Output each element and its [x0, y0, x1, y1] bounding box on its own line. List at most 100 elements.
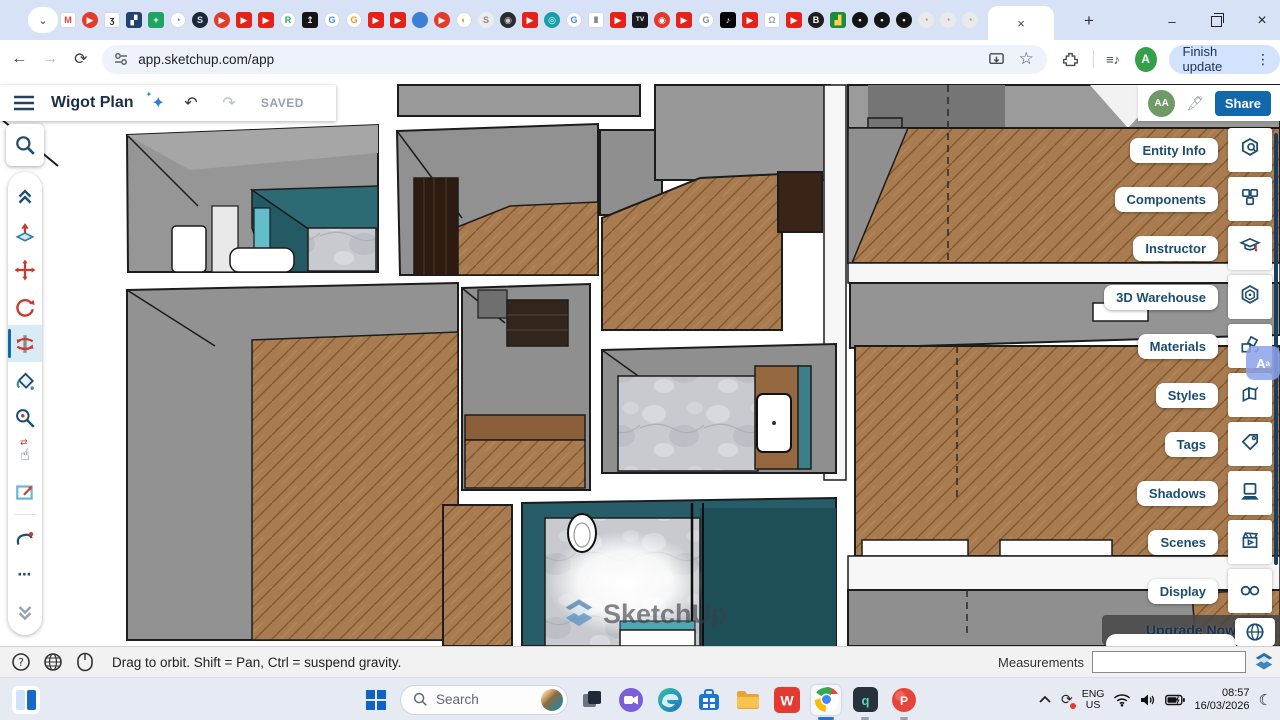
warehouse-button[interactable]	[1228, 275, 1272, 319]
url-text[interactable]: app.sketchup.com/app	[138, 52, 977, 67]
pinned-tab-dark-swirl[interactable]: ʒ	[104, 12, 120, 28]
active-tab[interactable]: ×	[988, 6, 1054, 40]
share-button[interactable]: Share	[1215, 91, 1271, 116]
entity-info-button[interactable]	[1228, 128, 1272, 172]
omnibox[interactable]: app.sketchup.com/app ☆	[102, 45, 1047, 74]
pinned-tab-google-g[interactable]: G	[324, 12, 340, 28]
bookmark-star-icon[interactable]: ☆	[1015, 48, 1037, 70]
pinned-tab-arrow-app[interactable]: ↥	[302, 12, 318, 28]
tab-close-icon[interactable]: ×	[1017, 16, 1025, 31]
taskbar-start-icon[interactable]	[361, 685, 391, 715]
tape-measure-tool[interactable]	[8, 399, 42, 436]
feather-icon[interactable]: 🖋	[1186, 95, 1204, 112]
instructor-button[interactable]	[1228, 226, 1272, 270]
scenes-button[interactable]	[1228, 520, 1272, 564]
measurements-input[interactable]	[1092, 651, 1246, 673]
language-indicator[interactable]: ENGUS	[1082, 689, 1105, 711]
walk-tool[interactable]: ⇄☝	[8, 436, 42, 473]
taskbar-chat-icon[interactable]	[616, 685, 646, 715]
taskbar-chrome-icon[interactable]	[811, 685, 841, 715]
pinned-tab-google-g-grey[interactable]: G	[698, 12, 714, 28]
help-icon[interactable]: ?	[10, 651, 32, 673]
taskbar-wps-pdf-icon[interactable]: P	[889, 685, 919, 715]
reload-button[interactable]: ⟳	[70, 46, 93, 72]
taskbar-wps-office-icon[interactable]: W	[772, 685, 802, 715]
paint-bucket-tool[interactable]	[8, 362, 42, 399]
pinned-tab-youtube[interactable]: ▶	[368, 12, 384, 28]
pinned-tab-sheets[interactable]: +	[148, 12, 164, 28]
site-info-icon[interactable]	[112, 50, 130, 68]
pinned-tab-steam[interactable]: S	[192, 12, 208, 28]
pinned-tab-dot-app[interactable]: •	[852, 12, 868, 28]
language-globe-icon[interactable]	[42, 651, 64, 673]
pinned-tab-youtube[interactable]: ▶	[522, 12, 538, 28]
zoom-window-tool[interactable]	[8, 473, 42, 510]
forward-button[interactable]: →	[39, 46, 62, 72]
tray-chevron-icon[interactable]	[1038, 695, 1052, 705]
pinned-tab-dot-app[interactable]: •	[874, 12, 890, 28]
pinned-tab-youtube[interactable]: ▶	[610, 12, 626, 28]
update-sync-icon[interactable]: ⟳	[1061, 691, 1073, 708]
move-tool[interactable]	[8, 251, 42, 288]
main-menu-icon[interactable]	[13, 95, 35, 111]
pinned-tab-r-app[interactable]: R	[280, 12, 296, 28]
pinned-tab-bilibili[interactable]: B	[808, 12, 824, 28]
taskbar-store-icon[interactable]	[694, 685, 724, 715]
pinned-tab-youtube[interactable]: ▶	[214, 12, 230, 28]
tab-search-chevron-icon[interactable]: ⌄	[28, 7, 58, 33]
push-pull-tool[interactable]	[8, 214, 42, 251]
rotate-tool[interactable]	[8, 288, 42, 325]
undo-button[interactable]: ↶	[179, 91, 203, 115]
pinned-tab-youtube[interactable]: ▶	[742, 12, 758, 28]
pinned-tab-youtube[interactable]: ▶	[786, 12, 802, 28]
pinned-tab-google-g[interactable]: G	[566, 12, 582, 28]
window-minimize-button[interactable]: –	[1157, 8, 1187, 34]
pinned-tab-youtube[interactable]: ▶	[390, 12, 406, 28]
orbit-tool[interactable]	[8, 325, 42, 362]
more-tools[interactable]: ⋯	[8, 556, 42, 593]
user-avatar[interactable]: AA	[1148, 90, 1175, 117]
search-tool-button[interactable]	[6, 124, 44, 166]
wifi-icon[interactable]	[1113, 693, 1131, 707]
pinned-tab-gmail[interactable]: M	[60, 12, 76, 28]
window-close-button[interactable]: ×	[1247, 8, 1277, 34]
pinned-tab-grey-sphere[interactable]: ◔	[940, 12, 956, 28]
expand-chevrons-tool[interactable]	[8, 593, 42, 630]
model-title[interactable]: Wigot Plan	[51, 94, 134, 112]
pinned-tab-grey-sphere[interactable]: ◔	[962, 12, 978, 28]
pinned-tab-film-app[interactable]: ▞	[126, 12, 142, 28]
pinned-tab-blue-sphere[interactable]	[412, 12, 428, 28]
new-tab-button[interactable]: +	[1074, 8, 1104, 34]
widgets-icon[interactable]	[12, 686, 40, 714]
taskbar-quark-icon[interactable]: q	[850, 685, 880, 715]
pinned-tab-dot-app[interactable]: •	[896, 12, 912, 28]
pinned-tab-camera-dark[interactable]: ◉	[500, 12, 516, 28]
pinned-tab-tv-app[interactable]: TV	[632, 12, 648, 28]
redo-button[interactable]: ↷	[217, 91, 241, 115]
pinned-tab-google-g-orange[interactable]: G	[346, 12, 362, 28]
display-button[interactable]	[1228, 569, 1272, 613]
mouse-hints-icon[interactable]	[74, 651, 96, 673]
collapse-chevrons-tool[interactable]	[8, 177, 42, 214]
pinned-tab-youtube[interactable]: ▶	[236, 12, 252, 28]
translate-extension-bubble[interactable]: Aa	[1246, 346, 1280, 380]
taskbar-edge-icon[interactable]	[655, 685, 685, 715]
pinned-tab-camera-red[interactable]: ◉	[654, 12, 670, 28]
pinned-tab-grey-sphere[interactable]: ◔	[918, 12, 934, 28]
window-restore-button[interactable]	[1201, 8, 1231, 34]
pinned-tab-equalizer[interactable]: ‖	[588, 12, 604, 28]
battery-icon[interactable]	[1165, 694, 1185, 706]
taskbar-search[interactable]: Search	[400, 685, 568, 715]
taskbar-file-explorer-icon[interactable]	[733, 685, 763, 715]
pinned-tab-camera-teal[interactable]: ◎	[544, 12, 560, 28]
extensions-icon[interactable]	[1061, 48, 1080, 70]
pinned-tab-chart-green[interactable]: ▟	[830, 12, 846, 28]
pinned-tab-tiktok[interactable]: ♪	[720, 12, 736, 28]
taskbar-task-view-icon[interactable]	[577, 685, 607, 715]
shadows-button[interactable]	[1228, 471, 1272, 515]
pinned-tab-monument[interactable]: Ω	[764, 12, 780, 28]
add-location-button[interactable]	[1235, 618, 1275, 646]
pinned-tab-youtube[interactable]: ▶	[434, 12, 450, 28]
install-app-icon[interactable]	[985, 48, 1007, 70]
back-button[interactable]: ←	[8, 46, 31, 72]
